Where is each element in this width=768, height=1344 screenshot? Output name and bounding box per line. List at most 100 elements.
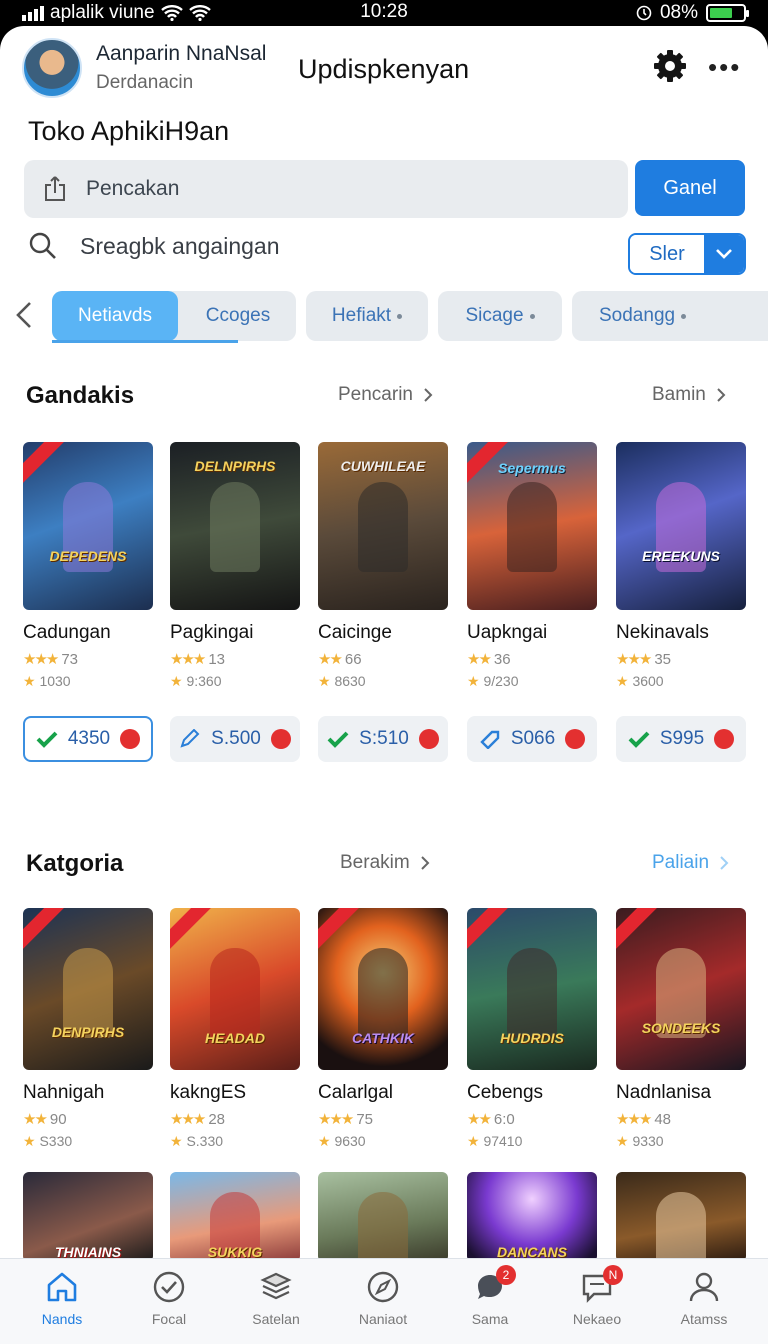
stars-icon: ★★★ (318, 1111, 354, 1128)
game-cover[interactable]: Sepermus (467, 442, 597, 610)
game-cover[interactable] (318, 1172, 448, 1262)
game-downloads: ★ 9:360 (170, 673, 222, 689)
game-card[interactable]: EREEKUNS Nekinavals ★★★ 35 ★ 3600 (616, 442, 746, 690)
tab-sicage[interactable]: Sicage (438, 291, 562, 341)
nav-item-nekaeo[interactable]: N Nekaeo (547, 1265, 647, 1327)
filter-label: Sler (630, 235, 704, 273)
status-bar: aplalik viune 10:28 08% (0, 0, 768, 26)
search-input[interactable] (86, 177, 566, 201)
game-title: Pagkingai (170, 622, 254, 643)
ribbon-badge (23, 442, 66, 484)
game-card[interactable]: Sepermus Uapkngai ★★ 36 ★ 9/230 (467, 442, 597, 690)
inbox-icon: N (547, 1265, 647, 1305)
nav-item-naniaot[interactable]: Naniaot (333, 1269, 433, 1327)
game-cover[interactable]: EREEKUNS (616, 442, 746, 610)
tab-netiavds[interactable]: Netiavds (52, 291, 178, 341)
game-cover[interactable]: CUWHILEAE (318, 442, 448, 610)
tab-sodangg[interactable]: Sodangg (572, 291, 768, 341)
section-link[interactable]: Berakim (340, 852, 430, 874)
game-cover[interactable]: THNIAINS (23, 1172, 153, 1262)
game-card[interactable]: HEADAD kakngES ★★★ 28 ★ S.330 (170, 908, 300, 1150)
game-rating: ★★ 6:0 (467, 1110, 515, 1129)
game-cover[interactable]: DELNPIRHS (170, 442, 300, 610)
price-label: S995 (659, 728, 705, 749)
game-card[interactable]: HUDRDIS Cebengs ★★ 6:0 ★ 97410 (467, 908, 597, 1150)
game-card[interactable]: SUKKIG (170, 1172, 300, 1262)
game-card[interactable]: DANCANS (467, 1172, 597, 1262)
avatar[interactable] (22, 38, 82, 98)
price-button[interactable]: 4350 (23, 716, 153, 762)
price-button[interactable]: S:510 (318, 716, 448, 762)
status-dot (714, 729, 735, 749)
game-cover[interactable]: DANCANS (467, 1172, 597, 1262)
chevron-left-icon[interactable] (10, 300, 40, 330)
status-dot (270, 729, 291, 749)
stars-icon: ★★ (467, 651, 492, 668)
nav-item-home[interactable]: Nands (12, 1269, 112, 1327)
stars-icon: ★★★ (616, 651, 652, 668)
game-title: Nekinavals (616, 622, 709, 643)
nav-item-sama[interactable]: 2 Sama (440, 1265, 540, 1327)
price-button[interactable]: S.500 (170, 716, 300, 762)
tab-ccoges[interactable]: Ccoges (180, 291, 296, 341)
game-logo: CATHKIK (352, 1030, 414, 1046)
game-card[interactable]: DELNPIRHS Pagkingai ★★★ 13 ★ 9:360 (170, 442, 300, 690)
chevron-right-icon (717, 388, 726, 402)
game-cover[interactable]: DENPIRHS (23, 908, 153, 1070)
nav-label: Naniaot (358, 1311, 408, 1327)
game-card[interactable] (318, 1172, 448, 1262)
game-cover[interactable]: HEADAD (170, 908, 300, 1070)
game-title: Cadungan (23, 622, 111, 643)
game-card[interactable]: CATHKIK Calarlgal ★★★ 75 ★ 9630 (318, 908, 448, 1150)
game-downloads: ★ 9630 (318, 1133, 366, 1149)
game-rating: ★★★ 75 (318, 1110, 374, 1129)
filter-dropdown[interactable]: Sler (628, 233, 746, 275)
game-card[interactable]: CUWHILEAE Caicinge ★★ 66 ★ 8630 (318, 442, 448, 690)
secondary-search[interactable] (28, 231, 500, 261)
status-dot (418, 729, 439, 749)
section-link[interactable]: Bamin (652, 384, 726, 406)
section-link[interactable]: Pencarin (338, 384, 433, 406)
game-logo: DEPEDENS (49, 548, 127, 564)
game-card[interactable] (616, 1172, 746, 1262)
tab-indicator (52, 340, 238, 343)
dot-icon (529, 313, 535, 319)
game-card[interactable]: DENPIRHS Nahnigah ★★ 90 ★ S330 (23, 908, 153, 1150)
price-button[interactable]: S066 (467, 716, 597, 762)
search-bar[interactable] (24, 160, 628, 218)
section-title: Katgoria (26, 850, 124, 877)
game-logo: HEADAD (205, 1030, 265, 1046)
tab-label: Sicage (465, 305, 524, 326)
more-icon[interactable]: ••• (708, 52, 741, 83)
game-downloads: ★ 1030 (23, 673, 71, 689)
nav-label: Focal (151, 1311, 187, 1327)
secondary-search-input[interactable] (80, 232, 500, 260)
game-cover[interactable]: HUDRDIS (467, 908, 597, 1070)
check-icon (327, 731, 349, 748)
game-cover[interactable]: SONDEEKS (616, 908, 746, 1070)
notification-badge: N (603, 1265, 623, 1285)
price-button[interactable]: S995 (616, 716, 746, 762)
game-cover[interactable] (616, 1172, 746, 1262)
game-cover[interactable]: CATHKIK (318, 908, 448, 1070)
search-button[interactable]: Ganel (635, 160, 745, 216)
game-rating: ★★ 90 (23, 1110, 67, 1129)
game-card[interactable]: SONDEEKS Nadnlanisa ★★★ 48 ★ 9330 (616, 908, 746, 1150)
game-downloads: ★ 3600 (616, 673, 664, 689)
tag-icon (480, 730, 500, 749)
section-link[interactable]: Paliain (652, 852, 729, 874)
game-cover[interactable]: DEPEDENS (23, 442, 153, 610)
chevron-down-icon[interactable] (704, 235, 744, 273)
store-title: Toko AphikiH9an (28, 116, 230, 146)
user-profile[interactable]: Aanparin NnaNsal Derdanacin (22, 38, 266, 98)
tab-hefiakt[interactable]: Hefiakt (306, 291, 428, 341)
page-title: Updispkenyan (298, 54, 470, 84)
status-right: 08% (636, 2, 749, 24)
game-card[interactable]: DEPEDENS Cadungan ★★★ 73 ★ 1030 (23, 442, 153, 690)
nav-item-focal[interactable]: Focal (119, 1269, 219, 1327)
nav-item-satelan[interactable]: Satelan (226, 1269, 326, 1327)
game-cover[interactable]: SUKKIG (170, 1172, 300, 1262)
gear-icon[interactable] (652, 48, 688, 84)
game-card[interactable]: THNIAINS (23, 1172, 153, 1262)
nav-item-atamss[interactable]: Atamss (654, 1269, 754, 1327)
